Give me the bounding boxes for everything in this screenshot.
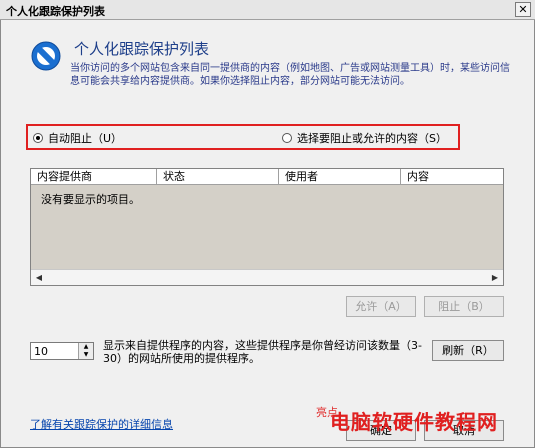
radio-button[interactable] <box>282 133 292 143</box>
block-mode-group: 自动阻止（U） 选择要阻止或允许的内容（S） <box>26 124 460 150</box>
close-button[interactable]: ✕ <box>515 2 531 17</box>
provider-list[interactable]: 内容提供商 状态 使用者 内容 没有要显示的项目。 ◀ ▶ <box>30 168 504 286</box>
empty-list-message: 没有要显示的项目。 <box>41 193 140 206</box>
no-entry-icon <box>30 40 62 72</box>
column-header-status[interactable]: 状态 <box>157 169 279 184</box>
column-header-used-by[interactable]: 使用者 <box>279 169 401 184</box>
title-bar: 个人化跟踪保护列表 ✕ <box>0 0 535 20</box>
dialog-description: 当你访问的多个网站包含来自同一提供商的内容（例如地图、广告或网站测量工具）时，某… <box>70 63 510 87</box>
column-header-provider[interactable]: 内容提供商 <box>31 169 157 184</box>
threshold-stepper[interactable]: 10 ▲ ▼ <box>30 342 94 360</box>
refresh-button[interactable]: 刷新（R） <box>432 340 504 361</box>
radio-auto-block-label: 自动阻止（U） <box>48 132 123 145</box>
radio-auto-block[interactable]: 自动阻止（U） <box>33 131 122 145</box>
dialog-heading: 个人化跟踪保护列表 <box>74 40 210 58</box>
radio-button-selected[interactable] <box>33 133 43 143</box>
scroll-right-icon[interactable]: ▶ <box>489 272 501 283</box>
chevron-down-icon[interactable]: ▼ <box>79 351 93 359</box>
window-title: 个人化跟踪保护列表 <box>6 5 105 18</box>
stepper-arrows[interactable]: ▲ ▼ <box>78 343 93 359</box>
allow-button[interactable]: 允许（A） <box>346 296 416 317</box>
threshold-value[interactable]: 10 <box>34 345 48 358</box>
scroll-left-icon[interactable]: ◀ <box>33 272 45 283</box>
radio-choose-content-label: 选择要阻止或允许的内容（S） <box>297 132 447 145</box>
block-button[interactable]: 阻止（B） <box>424 296 504 317</box>
watermark-logo: 电脑软硬件教程网 <box>330 410 498 434</box>
horizontal-scrollbar[interactable]: ◀ ▶ <box>31 269 503 285</box>
radio-choose-content[interactable]: 选择要阻止或允许的内容（S） <box>282 131 447 145</box>
column-header-content[interactable]: 内容 <box>401 169 503 184</box>
learn-more-link[interactable]: 了解有关跟踪保护的详细信息 <box>30 416 173 432</box>
threshold-description: 显示来自提供程序的内容，这些提供程序是你曾经访问该数量（3-30）的网站所使用的… <box>103 339 422 365</box>
list-header: 内容提供商 状态 使用者 内容 <box>31 169 503 185</box>
chevron-up-icon[interactable]: ▲ <box>79 343 93 351</box>
